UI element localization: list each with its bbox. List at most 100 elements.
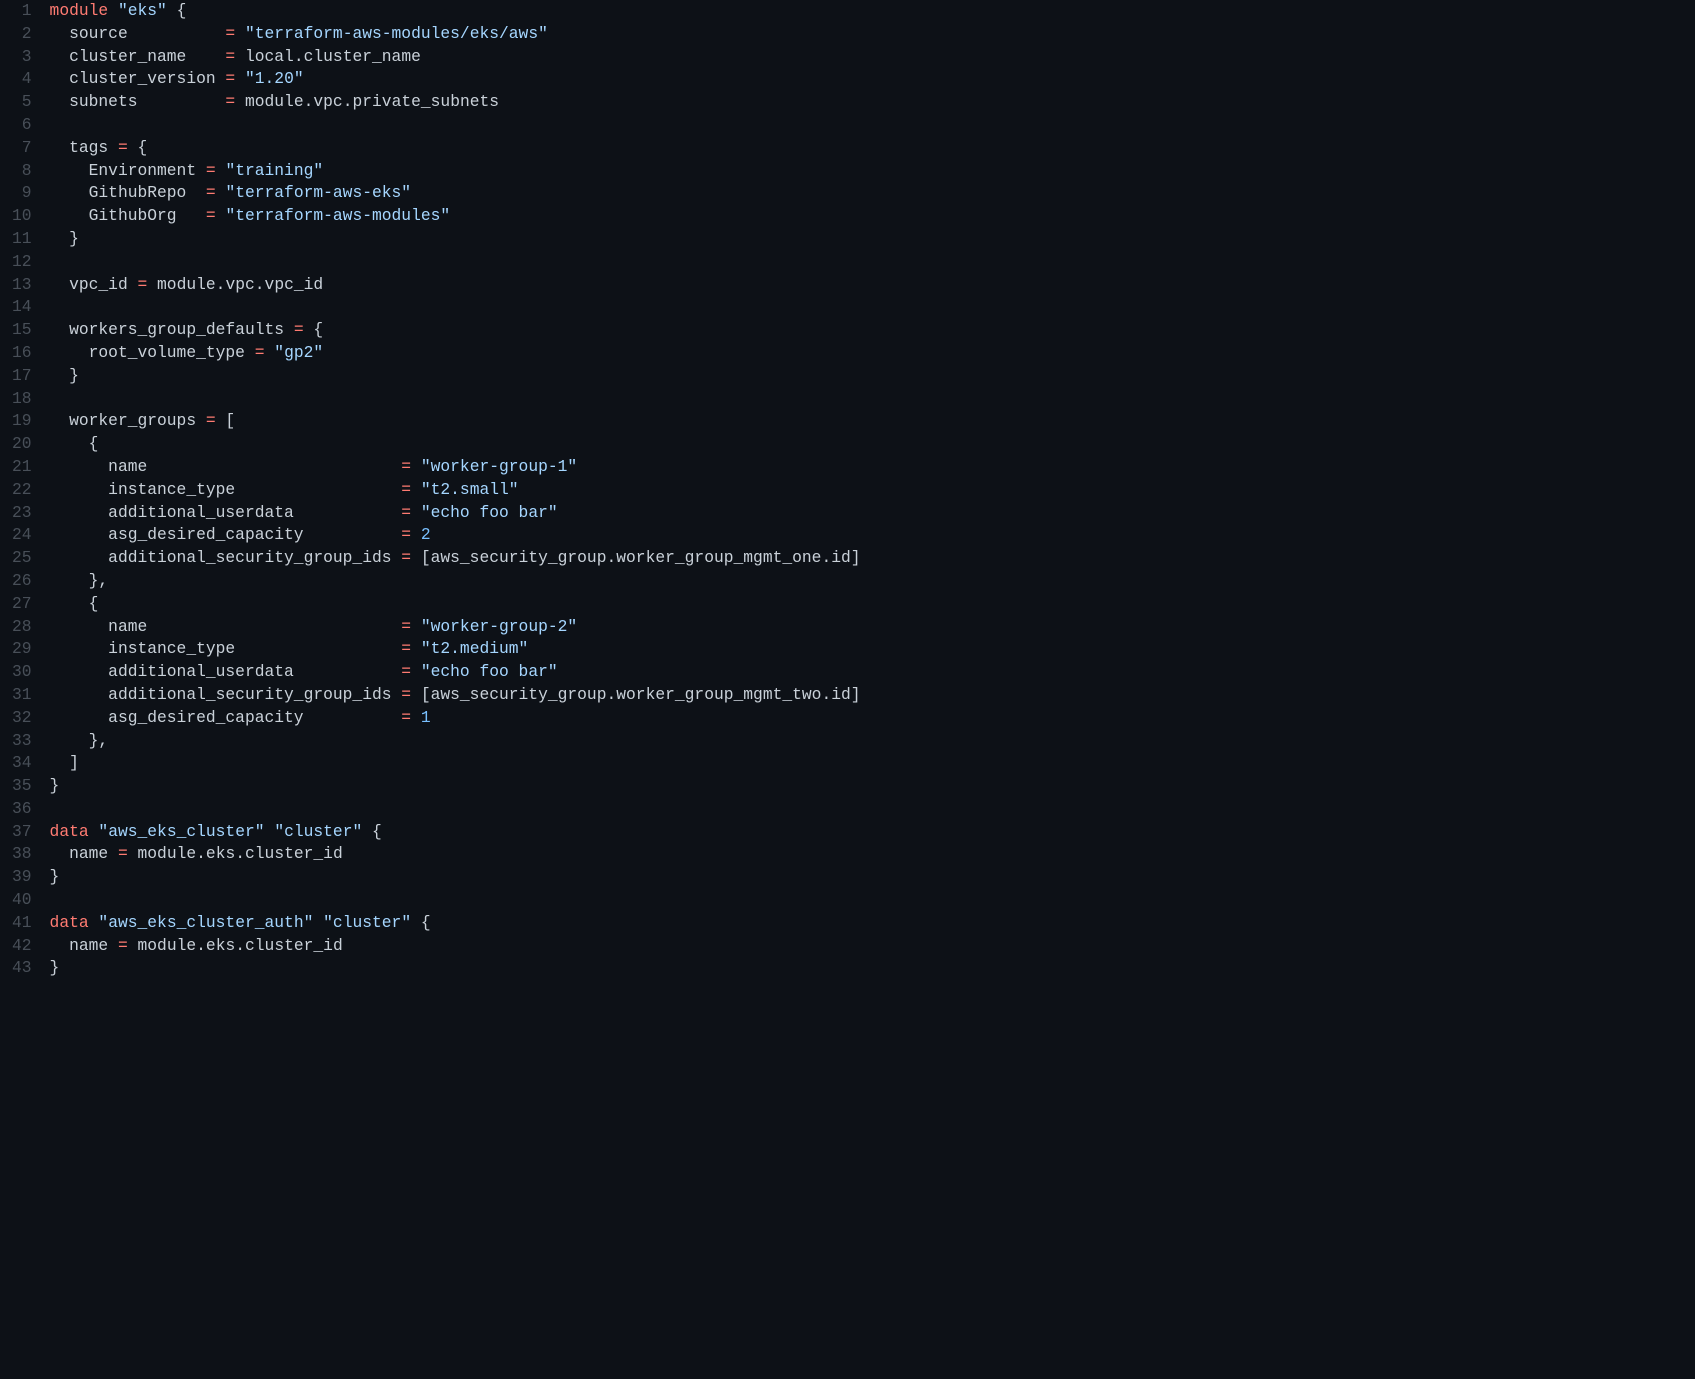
token-str: "cluster" [323, 913, 411, 932]
code-line[interactable]: instance_type = "t2.medium" [50, 638, 1695, 661]
line-number: 43 [12, 957, 32, 980]
token-punc: . [294, 47, 304, 66]
token-punc: . [821, 685, 831, 704]
token-punc [411, 617, 421, 636]
code-line[interactable]: ] [50, 752, 1695, 775]
code-line[interactable]: vpc_id = module.vpc.vpc_id [50, 274, 1695, 297]
code-line[interactable]: } [50, 957, 1695, 980]
code-line[interactable]: cluster_version = "1.20" [50, 68, 1695, 91]
token-punc: module [235, 92, 303, 111]
line-number: 42 [12, 935, 32, 958]
token-op: = [225, 69, 235, 88]
token-str: "worker-group-2" [421, 617, 577, 636]
code-line[interactable]: cluster_name = local.cluster_name [50, 46, 1695, 69]
token-kw: data [50, 822, 89, 841]
code-line[interactable]: } [50, 866, 1695, 889]
token-prop: GithubOrg [50, 206, 206, 225]
code-line[interactable]: { [50, 593, 1695, 616]
line-number: 2 [12, 23, 32, 46]
code-line[interactable]: name = module.eks.cluster_id [50, 843, 1695, 866]
line-number: 4 [12, 68, 32, 91]
code-line[interactable]: additional_security_group_ids = [aws_sec… [50, 547, 1695, 570]
token-punc [411, 662, 421, 681]
line-number: 1 [12, 0, 32, 23]
code-line[interactable]: name = "worker-group-1" [50, 456, 1695, 479]
code-line[interactable]: module "eks" { [50, 0, 1695, 23]
code-line[interactable]: { [50, 433, 1695, 456]
code-line[interactable]: } [50, 228, 1695, 251]
line-number: 21 [12, 456, 32, 479]
token-str: "t2.small" [421, 480, 519, 499]
token-prop: name [50, 617, 402, 636]
token-op: = [206, 411, 216, 430]
line-number: 7 [12, 137, 32, 160]
code-line[interactable] [50, 251, 1695, 274]
token-prop: tags [50, 138, 118, 157]
token-str: "echo foo bar" [421, 503, 558, 522]
code-line[interactable]: } [50, 775, 1695, 798]
token-punc: module [128, 936, 196, 955]
code-line[interactable]: instance_type = "t2.small" [50, 479, 1695, 502]
code-line[interactable]: } [50, 365, 1695, 388]
token-punc: . [606, 548, 616, 567]
code-line[interactable]: subnets = module.vpc.private_subnets [50, 91, 1695, 114]
code-line[interactable]: }, [50, 730, 1695, 753]
token-punc [411, 708, 421, 727]
token-punc: vpc_id [265, 275, 324, 294]
token-str: "worker-group-1" [421, 457, 577, 476]
token-prop: asg_desired_capacity [50, 525, 402, 544]
token-punc: cluster_id [245, 936, 343, 955]
code-line[interactable]: tags = { [50, 137, 1695, 160]
token-op: = [401, 548, 411, 567]
token-punc: [ [216, 411, 236, 430]
code-line[interactable]: root_volume_type = "gp2" [50, 342, 1695, 365]
token-punc [216, 206, 226, 225]
code-line[interactable]: name = module.eks.cluster_id [50, 935, 1695, 958]
code-line[interactable] [50, 798, 1695, 821]
token-punc [265, 343, 275, 362]
code-line[interactable]: worker_groups = [ [50, 410, 1695, 433]
token-punc: [aws_security_group [411, 548, 606, 567]
code-line[interactable] [50, 114, 1695, 137]
token-punc: cluster_id [245, 844, 343, 863]
code-editor[interactable]: 1234567891011121314151617181920212223242… [0, 0, 1695, 980]
line-number: 35 [12, 775, 32, 798]
code-line[interactable]: workers_group_defaults = { [50, 319, 1695, 342]
token-punc: cluster_name [304, 47, 421, 66]
token-punc: id] [831, 548, 860, 567]
code-line[interactable]: data "aws_eks_cluster" "cluster" { [50, 821, 1695, 844]
token-punc: { [128, 138, 148, 157]
code-line[interactable]: asg_desired_capacity = 2 [50, 524, 1695, 547]
code-line[interactable]: }, [50, 570, 1695, 593]
token-punc: private_subnets [352, 92, 499, 111]
token-op: = [137, 275, 147, 294]
token-punc [411, 525, 421, 544]
line-number: 5 [12, 91, 32, 114]
code-line[interactable]: additional_security_group_ids = [aws_sec… [50, 684, 1695, 707]
token-punc: . [606, 685, 616, 704]
code-line[interactable] [50, 388, 1695, 411]
token-punc: worker_group_mgmt_two [616, 685, 821, 704]
code-line[interactable] [50, 889, 1695, 912]
code-content[interactable]: module "eks" { source = "terraform-aws-m… [50, 0, 1695, 980]
token-op: = [118, 936, 128, 955]
line-number: 22 [12, 479, 32, 502]
code-line[interactable]: additional_userdata = "echo foo bar" [50, 661, 1695, 684]
code-line[interactable]: asg_desired_capacity = 1 [50, 707, 1695, 730]
code-line[interactable]: name = "worker-group-2" [50, 616, 1695, 639]
token-prop: Environment [50, 161, 206, 180]
token-prop: name [50, 936, 118, 955]
code-line[interactable]: additional_userdata = "echo foo bar" [50, 502, 1695, 525]
token-punc: { [304, 320, 324, 339]
token-prop: additional_security_group_ids [50, 685, 402, 704]
code-line[interactable]: data "aws_eks_cluster_auth" "cluster" { [50, 912, 1695, 935]
code-line[interactable]: source = "terraform-aws-modules/eks/aws" [50, 23, 1695, 46]
code-line[interactable]: Environment = "training" [50, 160, 1695, 183]
code-line[interactable]: GithubOrg = "terraform-aws-modules" [50, 205, 1695, 228]
code-line[interactable]: GithubRepo = "terraform-aws-eks" [50, 182, 1695, 205]
token-punc: } [50, 366, 79, 385]
token-prop: source [50, 24, 226, 43]
line-number: 24 [12, 524, 32, 547]
code-line[interactable] [50, 296, 1695, 319]
token-op: = [255, 343, 265, 362]
